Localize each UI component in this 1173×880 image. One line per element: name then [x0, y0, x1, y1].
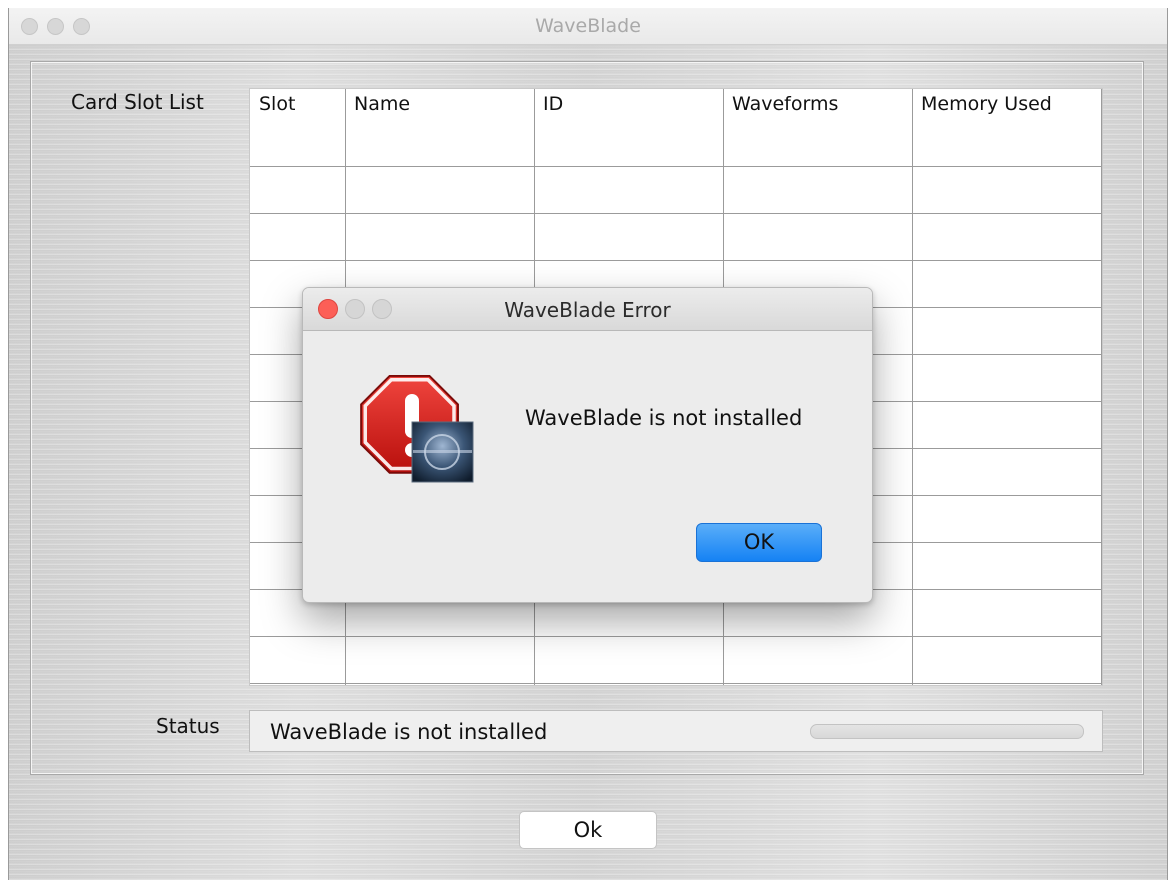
row-divider	[250, 260, 1102, 261]
dialog-message: WaveBlade is not installed	[525, 406, 803, 430]
column-header-name[interactable]: Name	[345, 89, 534, 119]
window-title: WaveBlade	[535, 15, 641, 37]
row-divider	[250, 636, 1102, 637]
column-header-slot[interactable]: Slot	[250, 89, 345, 119]
column-header-waveforms[interactable]: Waveforms	[723, 89, 912, 119]
stop-error-icon	[360, 374, 474, 483]
error-dialog: WaveBlade Error WaveBlade is not install…	[302, 287, 873, 603]
row-divider	[250, 683, 1102, 684]
status-text: WaveBlade is not installed	[270, 720, 548, 744]
row-divider	[250, 166, 1102, 167]
ok-button[interactable]: Ok	[519, 811, 657, 849]
column-divider	[912, 89, 913, 685]
row-divider	[250, 213, 1102, 214]
dialog-ok-button[interactable]: OK	[696, 523, 822, 562]
status-field: WaveBlade is not installed	[249, 710, 1103, 752]
dialog-title-bar: WaveBlade Error	[303, 288, 872, 331]
column-divider	[1101, 89, 1102, 685]
column-header-memory-used[interactable]: Memory Used	[912, 89, 1101, 119]
dialog-title: WaveBlade Error	[504, 298, 671, 322]
column-header-id[interactable]: ID	[534, 89, 723, 119]
progress-bar	[810, 724, 1084, 739]
title-bar: WaveBlade	[9, 8, 1167, 45]
card-slot-list-label: Card Slot List	[71, 90, 204, 114]
status-label: Status	[156, 714, 220, 738]
